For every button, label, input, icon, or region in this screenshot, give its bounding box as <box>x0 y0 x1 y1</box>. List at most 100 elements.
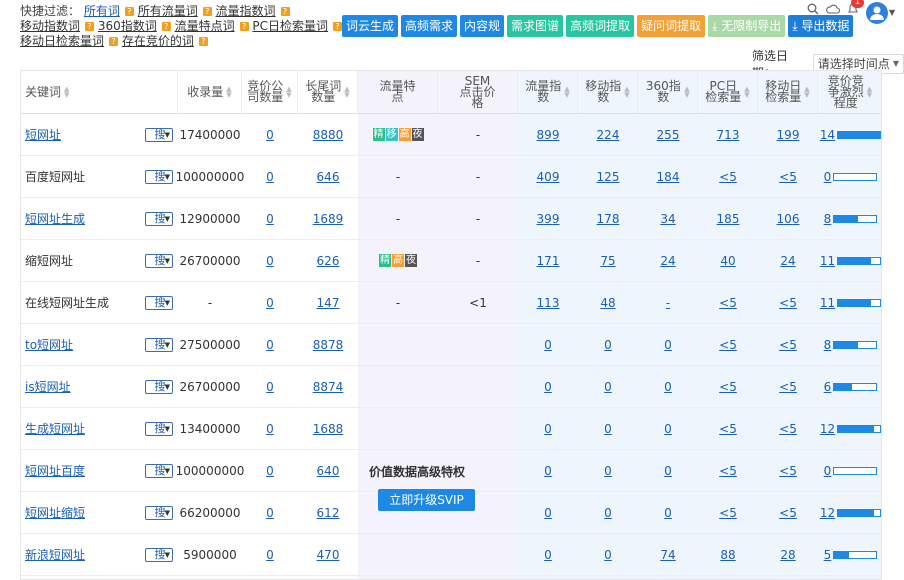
bid-companies-value[interactable]: 0 <box>266 212 274 226</box>
idx360-value[interactable]: 255 <box>657 128 680 142</box>
bid-companies-value[interactable]: 0 <box>266 296 274 310</box>
competition-value[interactable]: 12 <box>820 422 835 436</box>
idx360-value[interactable]: 0 <box>664 422 672 436</box>
sort-icon[interactable]: ▲ ▼ <box>286 86 291 99</box>
longtail-value[interactable]: 646 <box>317 170 340 184</box>
mobile-daily-value[interactable]: 199 <box>777 128 800 142</box>
mobile-index-value[interactable]: 0 <box>604 464 612 478</box>
keyword-link[interactable]: 短网址百度 <box>25 462 85 479</box>
search-engine-dropdown[interactable]: 搜 ▼ <box>145 506 173 520</box>
pc-daily-value[interactable]: <5 <box>719 170 737 184</box>
longtail-value[interactable]: 1689 <box>313 212 344 226</box>
help-icon[interactable]: ? <box>333 22 343 31</box>
longtail-value[interactable]: 8874 <box>313 380 344 394</box>
mobile-index-value[interactable]: 0 <box>604 338 612 352</box>
longtail-value[interactable]: 8880 <box>313 128 344 142</box>
sort-icon[interactable]: ▲ ▼ <box>226 86 231 99</box>
mobile-index-value[interactable]: 125 <box>597 170 620 184</box>
idx360-value[interactable]: 24 <box>660 254 675 268</box>
bid-companies-value[interactable]: 0 <box>266 506 274 520</box>
flow-index-value[interactable]: 113 <box>537 296 560 310</box>
mobile-index-value[interactable]: 0 <box>604 548 612 562</box>
help-icon[interactable]: ? <box>85 22 95 31</box>
filter-item[interactable]: PC日检索量词 <box>252 19 328 33</box>
filter-item[interactable]: 360指数词 <box>98 19 157 33</box>
idx360-value[interactable]: 34 <box>660 212 675 226</box>
mobile-daily-value[interactable]: <5 <box>779 380 797 394</box>
toolbar-button[interactable]: 高频词提取 <box>566 15 635 37</box>
idx360-value[interactable]: 0 <box>664 380 672 394</box>
longtail-value[interactable]: 8878 <box>313 338 344 352</box>
mobile-daily-value[interactable]: <5 <box>779 422 797 436</box>
competition-value[interactable]: 0 <box>824 464 832 478</box>
filter-item[interactable]: 所有流量词 <box>138 4 198 18</box>
flow-index-value[interactable]: 399 <box>537 212 560 226</box>
mobile-daily-value[interactable]: <5 <box>779 464 797 478</box>
mobile-daily-value[interactable]: <5 <box>779 170 797 184</box>
sort-icon[interactable]: ▲ ▼ <box>564 86 569 99</box>
sort-icon[interactable]: ▲ ▼ <box>867 86 872 99</box>
mobile-daily-value[interactable]: 24 <box>780 254 795 268</box>
help-icon[interactable]: ? <box>124 7 134 16</box>
column-header[interactable]: 收录量 ▲ ▼ <box>178 71 242 113</box>
keyword-link[interactable]: to短网址 <box>25 336 73 353</box>
filter-item[interactable]: 所有词 <box>84 4 120 18</box>
pc-daily-value[interactable]: 713 <box>717 128 740 142</box>
bid-companies-value[interactable]: 0 <box>266 380 274 394</box>
competition-value[interactable]: 6 <box>824 380 832 394</box>
help-icon[interactable]: ? <box>239 22 249 31</box>
mobile-daily-value[interactable]: <5 <box>779 296 797 310</box>
idx360-value[interactable]: 74 <box>660 548 675 562</box>
column-header[interactable]: 关键词 ▲ ▼ <box>21 71 178 113</box>
pc-daily-value[interactable]: <5 <box>719 296 737 310</box>
mobile-daily-value[interactable]: 106 <box>777 212 800 226</box>
help-icon[interactable]: ? <box>109 37 119 46</box>
keyword-link[interactable]: 生成短网址 <box>25 420 85 437</box>
mobile-daily-value[interactable]: <5 <box>779 506 797 520</box>
column-header[interactable]: SEM点击价格 <box>438 71 518 113</box>
avatar-dropdown-icon[interactable]: ▼ <box>889 8 895 17</box>
filter-item[interactable]: 流量指数词 <box>216 4 276 18</box>
competition-value[interactable]: 0 <box>824 170 832 184</box>
flow-index-value[interactable]: 0 <box>544 506 552 520</box>
pc-daily-value[interactable]: <5 <box>719 380 737 394</box>
idx360-value[interactable]: - <box>666 296 670 310</box>
flow-index-value[interactable]: 0 <box>544 422 552 436</box>
sort-icon[interactable]: ▲ ▼ <box>64 86 69 99</box>
keyword-link[interactable]: 短网址 <box>25 126 61 143</box>
mobile-daily-value[interactable]: <5 <box>779 338 797 352</box>
pc-daily-value[interactable]: <5 <box>719 464 737 478</box>
column-header[interactable]: PC日检索量 ▲ ▼ <box>698 71 758 113</box>
column-header[interactable]: 360指数 ▲ ▼ <box>638 71 698 113</box>
column-header[interactable]: 长尾词数量 ▲ ▼ <box>298 71 358 113</box>
help-icon[interactable]: ? <box>198 37 208 46</box>
longtail-value[interactable]: 147 <box>317 296 340 310</box>
bid-companies-value[interactable]: 0 <box>266 170 274 184</box>
cloud-icon[interactable] <box>826 3 841 17</box>
flow-index-value[interactable]: 171 <box>537 254 560 268</box>
search-engine-dropdown[interactable]: 搜 ▼ <box>145 296 173 310</box>
pc-daily-value[interactable]: 88 <box>720 548 735 562</box>
pc-daily-value[interactable]: 40 <box>720 254 735 268</box>
search-engine-dropdown[interactable]: 搜 ▼ <box>145 212 173 226</box>
mobile-index-value[interactable]: 224 <box>597 128 620 142</box>
sort-icon[interactable]: ▲ ▼ <box>344 86 349 99</box>
pc-daily-value[interactable]: 185 <box>717 212 740 226</box>
competition-value[interactable]: 5 <box>824 548 832 562</box>
pc-daily-value[interactable]: <5 <box>719 422 737 436</box>
competition-value[interactable]: 11 <box>820 254 835 268</box>
filter-item[interactable]: 流量特点词 <box>175 19 235 33</box>
mobile-index-value[interactable]: 48 <box>600 296 615 310</box>
toolbar-button[interactable]: 词云生成 <box>342 15 399 37</box>
bid-companies-value[interactable]: 0 <box>266 338 274 352</box>
search-engine-dropdown[interactable]: 搜 ▼ <box>145 338 173 352</box>
competition-value[interactable]: 12 <box>820 506 835 520</box>
bid-companies-value[interactable]: 0 <box>266 548 274 562</box>
sort-icon[interactable]: ▲ ▼ <box>804 86 809 99</box>
pc-daily-value[interactable]: <5 <box>719 506 737 520</box>
mobile-index-value[interactable]: 75 <box>600 254 615 268</box>
toolbar-button[interactable]: ⤓ 导出数据 <box>788 15 854 37</box>
keyword-link[interactable]: 新浪短网址 <box>25 546 85 563</box>
mobile-index-value[interactable]: 178 <box>597 212 620 226</box>
idx360-value[interactable]: 184 <box>657 170 680 184</box>
